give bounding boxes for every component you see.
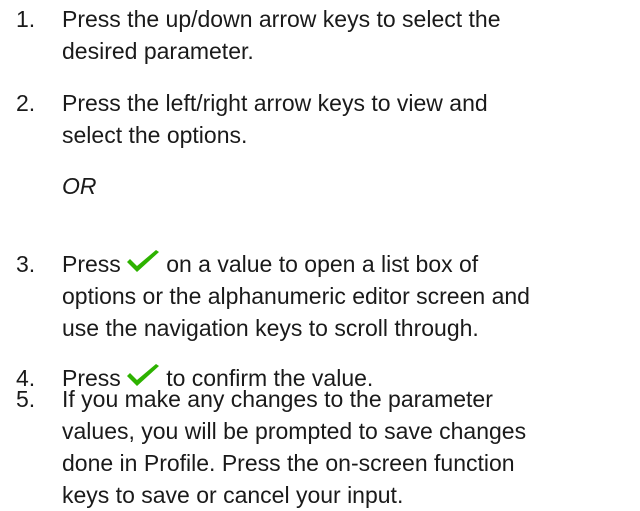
step-number: 5. bbox=[16, 386, 36, 412]
step-line: use the navigation keys to scroll throug… bbox=[62, 315, 479, 341]
step-line: Press the up/down arrow keys to select t… bbox=[62, 6, 501, 32]
step-text: If you make any changes to the parameter… bbox=[62, 383, 632, 511]
instruction-list: 1. Press the up/down arrow keys to selec… bbox=[0, 0, 640, 508]
or-separator: OR bbox=[62, 173, 97, 199]
step-text: Press on a value to open a list box of o… bbox=[62, 248, 632, 344]
step-line: keys to save or cancel your input. bbox=[62, 482, 404, 508]
step-line: select the options. bbox=[62, 122, 248, 148]
step-line: Press the left/right arrow keys to view … bbox=[62, 90, 488, 116]
step-text-after-icon: on a value to open a list box of bbox=[166, 251, 479, 277]
step-line: options or the alphanumeric editor scree… bbox=[62, 283, 530, 309]
checkmark-icon bbox=[126, 250, 160, 274]
step-text-before-icon: Press bbox=[62, 251, 121, 277]
step-line-with-icon: Press on a value to open a list box of bbox=[62, 248, 632, 280]
step-line: values, you will be prompted to save cha… bbox=[62, 418, 527, 444]
step-line: If you make any changes to the parameter bbox=[62, 386, 493, 412]
step-text: Press the up/down arrow keys to select t… bbox=[62, 3, 632, 67]
step-line: desired parameter. bbox=[62, 38, 254, 64]
step-number: 1. bbox=[16, 6, 36, 32]
step-text: Press the left/right arrow keys to view … bbox=[62, 87, 632, 151]
step-line: done in Profile. Press the on-screen fun… bbox=[62, 450, 515, 476]
step-number: 3. bbox=[16, 251, 36, 277]
step-number: 2. bbox=[16, 90, 36, 116]
